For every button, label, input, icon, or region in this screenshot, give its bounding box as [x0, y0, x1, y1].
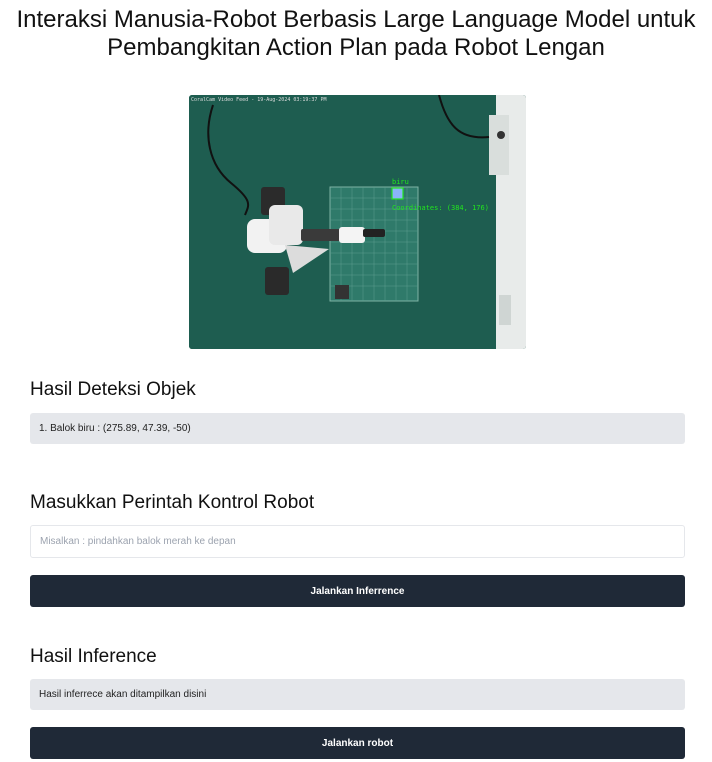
page: Interaksi Manusia-Robot Berbasis Large L… [0, 0, 712, 762]
detected-block-box [391, 187, 404, 200]
detection-result-box: 1. Balok biru : (275.89, 47.39, -50) [30, 413, 685, 444]
page-title-line-2: Pembangkitan Action Plan pada Robot Leng… [107, 34, 605, 61]
inference-result-text: Hasil inferrece akan ditampilkan disini [39, 689, 207, 700]
detection-result-text: 1. Balok biru : (275.89, 47.39, -50) [39, 423, 191, 434]
run-robot-button[interactable]: Jalankan robot [30, 727, 685, 759]
detection-label: biru [392, 178, 409, 186]
inference-heading: Hasil Inference [30, 646, 157, 667]
page-title: Interaksi Manusia-Robot Berbasis Large L… [0, 6, 712, 62]
page-title-line-1: Interaksi Manusia-Robot Berbasis Large L… [16, 6, 696, 33]
wall-outlet [489, 115, 509, 175]
command-input[interactable] [30, 525, 685, 558]
outlet-socket [497, 131, 505, 139]
inference-result-box: Hasil inferrece akan ditampilkan disini [30, 679, 685, 710]
run-inference-button[interactable]: Jalankan Inferrence [30, 575, 685, 607]
camera-feed-image: biru Coordinates: (384, 176) CoralCam Vi… [189, 95, 526, 349]
camera-feed: biru Coordinates: (384, 176) CoralCam Vi… [189, 95, 526, 349]
detection-coordinates: Coordinates: (384, 176) [392, 204, 489, 212]
wall-bracket [499, 295, 511, 325]
detection-heading: Hasil Deteksi Objek [30, 379, 196, 400]
feed-header-text: CoralCam Video Feed - 19-Aug-2024 03:19:… [191, 97, 326, 103]
command-heading: Masukkan Perintah Kontrol Robot [30, 492, 315, 513]
